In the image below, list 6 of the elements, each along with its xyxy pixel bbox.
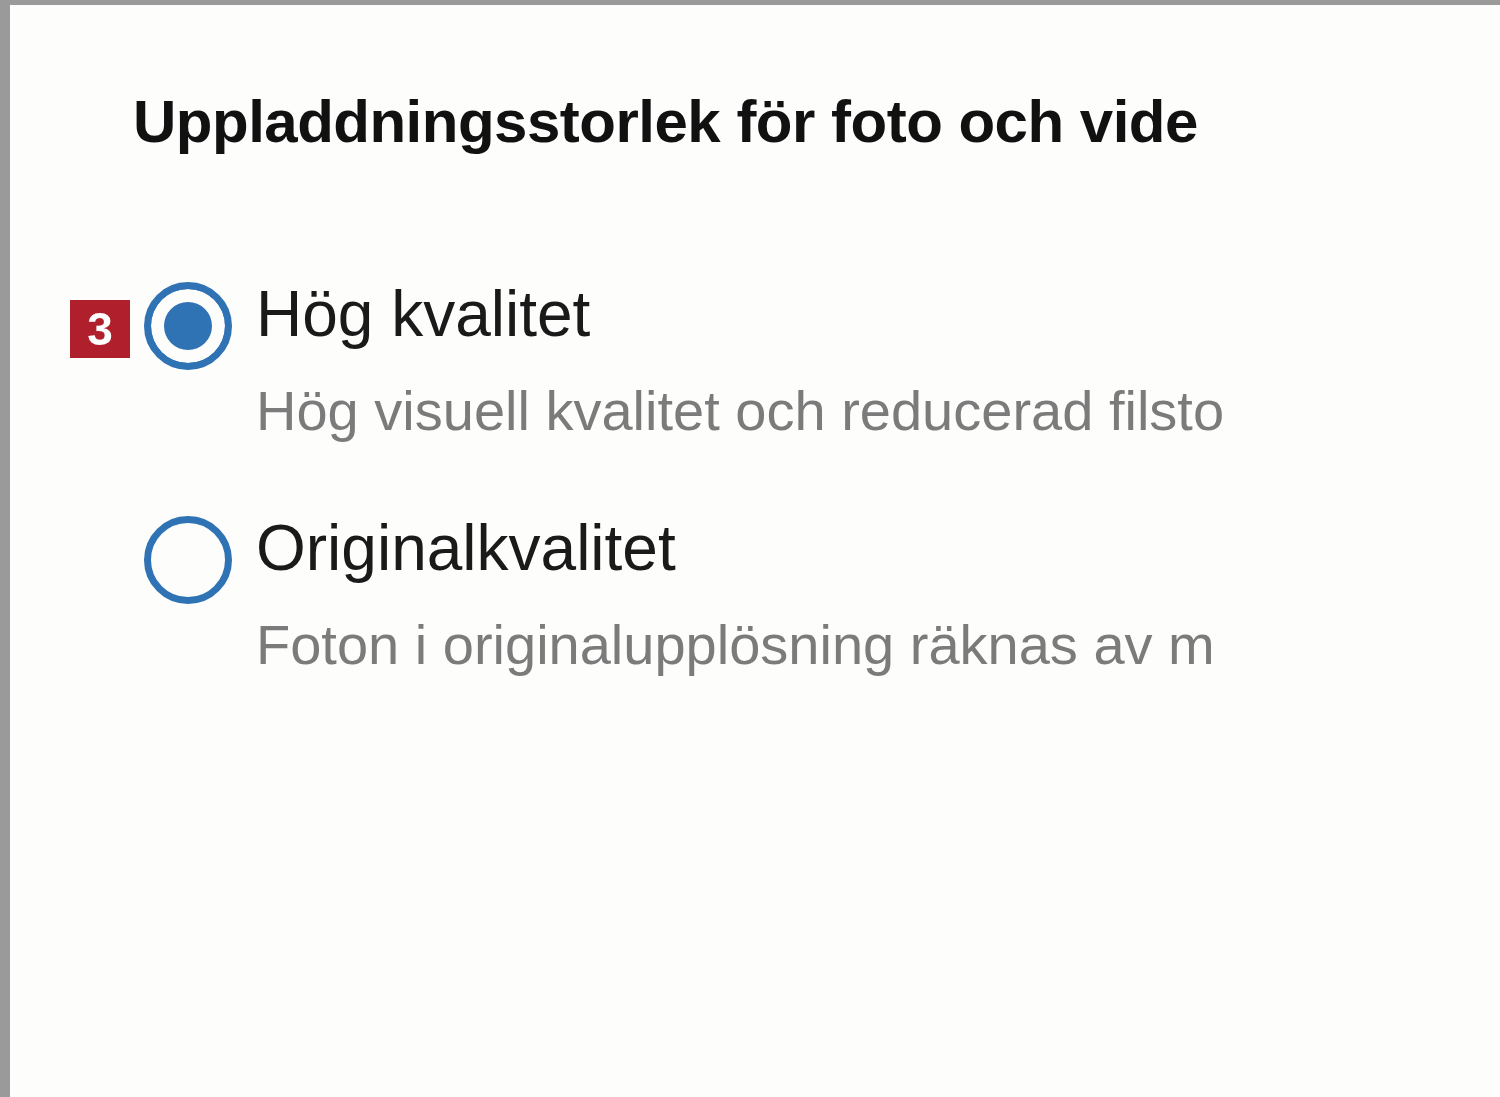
option-description: Foton i originalupplösning räknas av m bbox=[256, 612, 1215, 678]
number-badge: 3 bbox=[70, 300, 130, 358]
option-label[interactable]: Hög kvalitet bbox=[256, 274, 1225, 354]
option-label[interactable]: Originalkvalitet bbox=[256, 508, 1215, 588]
option-description: Hög visuell kvalitet och reducerad filsto bbox=[256, 378, 1225, 444]
dialog-title: Uppladdningsstorlek för foto och vide bbox=[132, 87, 1199, 156]
